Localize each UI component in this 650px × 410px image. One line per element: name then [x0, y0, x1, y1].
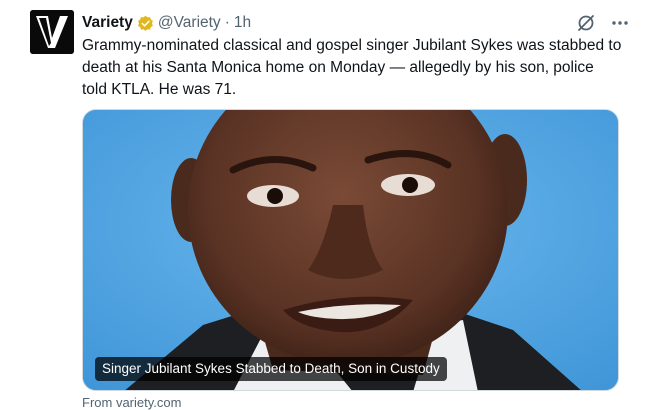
- more-horizontal-icon[interactable]: [610, 13, 630, 33]
- link-card-domain[interactable]: From variety.com: [82, 395, 181, 410]
- link-card-image[interactable]: Singer Jubilant Sykes Stabbed to Death, …: [82, 109, 619, 391]
- variety-logo-avatar[interactable]: [30, 10, 74, 54]
- handle[interactable]: @Variety: [158, 14, 221, 32]
- separator-dot: ·: [224, 14, 230, 31]
- verified-badge-icon[interactable]: [137, 15, 154, 32]
- link-card-title[interactable]: Singer Jubilant Sykes Stabbed to Death, …: [95, 357, 447, 381]
- tweet-text: Grammy-nominated classical and gospel si…: [82, 37, 622, 98]
- timestamp[interactable]: 1h: [234, 14, 251, 32]
- variety-logo-icon: [30, 10, 74, 54]
- display-name[interactable]: Variety: [82, 14, 133, 32]
- tweet-header: Variety @Variety · 1h: [82, 12, 251, 34]
- tweet-actions: [576, 12, 630, 34]
- singer-portrait-image: [83, 110, 618, 390]
- grok-icon[interactable]: [576, 13, 596, 33]
- tweet[interactable]: Variety @Variety · 1h Grammy-nominated c: [0, 0, 650, 410]
